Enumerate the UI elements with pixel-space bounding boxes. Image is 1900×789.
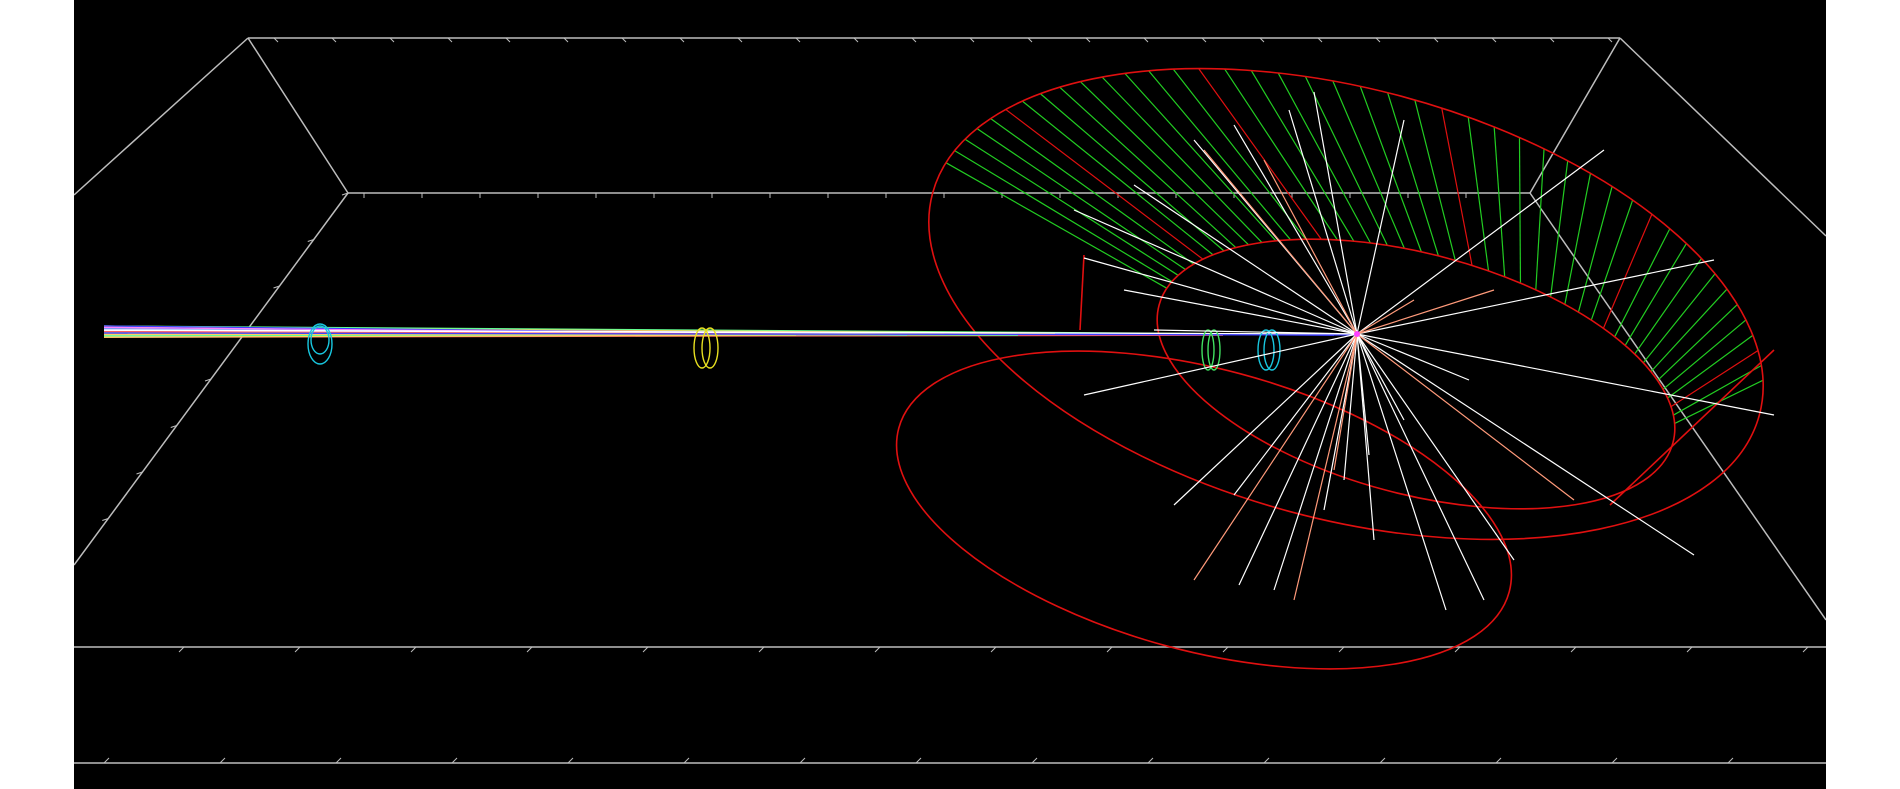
calorimeter-cell: [1359, 86, 1422, 253]
calorimeter-cell: [1518, 137, 1522, 284]
event-display-viewport[interactable]: [74, 0, 1826, 789]
calorimeter-top-rim: [928, 67, 1764, 541]
particle-track: [1356, 333, 1485, 601]
particle-track: [1356, 299, 1415, 335]
grid-left-upper-diagonal: [74, 37, 249, 196]
grid-left-inner-diagonal: [247, 37, 349, 194]
particle-track: [1203, 149, 1358, 335]
calorimeter-cell: [1387, 92, 1439, 257]
calorimeter-cylinder: [895, 67, 1775, 670]
beam-pipe-tracks: [103, 325, 1358, 338]
particle-track: [1356, 333, 1575, 501]
particle-track: [1293, 333, 1358, 601]
grid-right-upper-diagonal: [1529, 37, 1621, 194]
calorimeter-cell: [1277, 72, 1372, 244]
grid-ticks: [102, 37, 1809, 764]
grid-right-outer-diagonal: [1619, 37, 1826, 237]
particle-track: [1083, 333, 1358, 396]
particle-spray: [1073, 91, 1775, 611]
calorimeter-cell: [1624, 242, 1688, 346]
calorimeter-cell: [1441, 107, 1473, 266]
particle-track: [1123, 289, 1358, 335]
calorimeter-cell: [1148, 70, 1292, 241]
calorimeter-cell: [1657, 303, 1738, 381]
particle-track: [1356, 119, 1405, 335]
calorimeter-cell: [1467, 116, 1490, 271]
particle-track: [1083, 257, 1358, 335]
particle-track: [1356, 289, 1495, 335]
particle-track: [1356, 333, 1515, 561]
particle-track: [1238, 333, 1358, 586]
particle-track: [1356, 333, 1470, 381]
particle-track: [1333, 333, 1358, 471]
calorimeter-cell: [1673, 364, 1762, 416]
calorimeter-cell: [1590, 199, 1634, 321]
detector-station-3: [1201, 329, 1221, 371]
calorimeter-cells: [945, 68, 1764, 424]
particle-track: [1193, 333, 1358, 581]
calorimeter-cell: [1650, 288, 1728, 372]
calorimeter-cell: [1577, 186, 1613, 313]
event-display-scene[interactable]: [74, 0, 1826, 789]
bounding-grid-box: [74, 37, 1826, 764]
calorimeter-cell: [1550, 160, 1569, 297]
particle-track: [1263, 159, 1358, 335]
calorimeter-side-edge-left: [1079, 254, 1085, 331]
detector-station-4: [1257, 329, 1281, 371]
calorimeter-cell: [1414, 99, 1456, 261]
calorimeter-cell: [1493, 126, 1506, 277]
calorimeter-cell: [1564, 172, 1592, 305]
interaction-vertex: [1354, 331, 1360, 337]
calorimeter-front-rim: [895, 350, 1513, 670]
calorimeter-cell: [1304, 76, 1388, 246]
calorimeter-side-edge-right: [1609, 349, 1775, 506]
particle-track: [1356, 333, 1447, 611]
calorimeter-cell: [1662, 319, 1747, 390]
calorimeter-cell: [1643, 273, 1716, 364]
particle-track: [1356, 259, 1715, 335]
calorimeter-cell: [1667, 334, 1754, 399]
calorimeter-cell: [1080, 81, 1250, 246]
calorimeter-cell: [1535, 148, 1545, 290]
